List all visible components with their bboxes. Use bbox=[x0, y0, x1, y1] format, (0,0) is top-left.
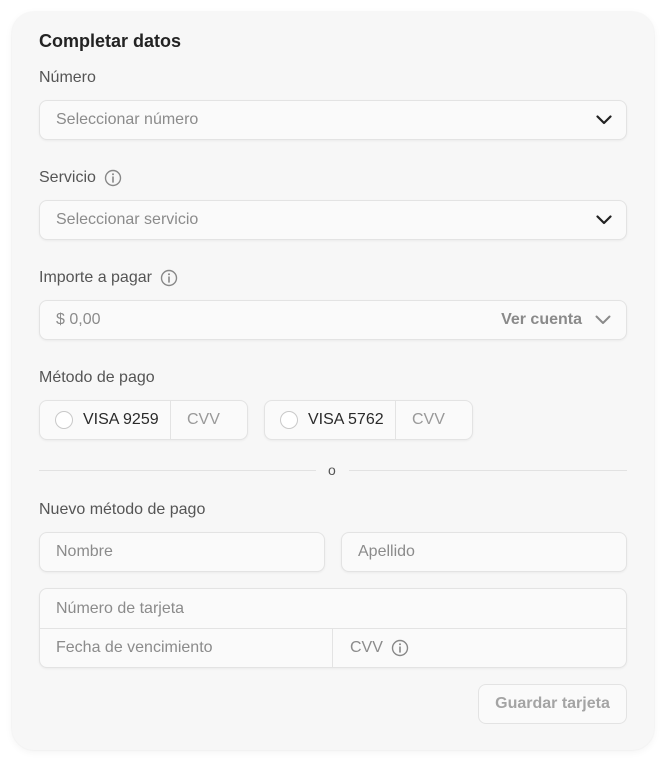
importe-value: $ 0,00 bbox=[56, 311, 101, 328]
radio-button[interactable] bbox=[55, 411, 73, 429]
nombre-placeholder: Nombre bbox=[56, 543, 113, 560]
form-title: Completar datos bbox=[39, 31, 182, 51]
card-number-placeholder: Número de tarjeta bbox=[56, 599, 185, 617]
nombre-input[interactable]: Nombre bbox=[39, 532, 325, 572]
nuevo-metodo-label: Nuevo método de pago bbox=[39, 501, 205, 519]
importe-label: Importe a pagar bbox=[39, 269, 178, 287]
divider-left bbox=[39, 470, 316, 471]
metodo-label-text: Método de pago bbox=[39, 369, 155, 386]
expiry-input[interactable]: Fecha de vencimiento bbox=[40, 628, 333, 667]
servicio-label: Servicio bbox=[39, 169, 122, 187]
new-card-cvv-input[interactable]: CVV bbox=[334, 628, 626, 667]
importe-input[interactable]: $ 0,00 Ver cuenta bbox=[39, 300, 627, 340]
numero-select-placeholder: Seleccionar número bbox=[56, 111, 199, 128]
new-card-cvv-placeholder: CVV bbox=[350, 638, 383, 656]
apellido-input[interactable]: Apellido bbox=[341, 532, 627, 572]
info-icon[interactable] bbox=[160, 269, 178, 287]
radio-button[interactable] bbox=[280, 411, 298, 429]
chevron-down-icon bbox=[596, 215, 612, 225]
card-number-input[interactable]: Número de tarjeta bbox=[40, 589, 626, 629]
numero-label: Número bbox=[39, 69, 96, 87]
servicio-select-placeholder: Seleccionar servicio bbox=[56, 211, 199, 228]
servicio-label-text: Servicio bbox=[39, 169, 96, 186]
chevron-down-icon[interactable] bbox=[595, 315, 611, 325]
saved-card-number: VISA 9259 bbox=[83, 411, 159, 428]
divider-right bbox=[349, 470, 627, 471]
card-details-group: Número de tarjeta Fecha de vencimiento C… bbox=[39, 588, 627, 668]
metodo-label: Método de pago bbox=[39, 369, 155, 387]
divider-or-text: o bbox=[328, 462, 336, 478]
info-icon[interactable] bbox=[391, 639, 409, 657]
numero-label-text: Número bbox=[39, 69, 96, 86]
ver-cuenta-button[interactable]: Ver cuenta bbox=[501, 311, 582, 329]
saved-card-option[interactable]: VISA 5762 CVV bbox=[264, 400, 473, 440]
nuevo-metodo-label-text: Nuevo método de pago bbox=[39, 501, 206, 518]
saved-card-cvv-placeholder: CVV bbox=[412, 411, 445, 428]
saved-card-cvv-input[interactable]: CVV bbox=[170, 401, 237, 439]
info-icon[interactable] bbox=[104, 169, 122, 187]
apellido-placeholder: Apellido bbox=[358, 543, 415, 560]
expiry-placeholder: Fecha de vencimiento bbox=[56, 638, 213, 656]
saved-card-option[interactable]: VISA 9259 CVV bbox=[39, 400, 248, 440]
save-card-button[interactable]: Guardar tarjeta bbox=[478, 684, 627, 724]
saved-card-cvv-input[interactable]: CVV bbox=[395, 401, 462, 439]
importe-label-text: Importe a pagar bbox=[39, 269, 152, 286]
saved-card-cvv-placeholder: CVV bbox=[187, 411, 220, 428]
servicio-select[interactable]: Seleccionar servicio bbox=[39, 200, 627, 240]
saved-card-number: VISA 5762 bbox=[308, 411, 384, 428]
numero-select[interactable]: Seleccionar número bbox=[39, 100, 627, 140]
chevron-down-icon bbox=[596, 115, 612, 125]
